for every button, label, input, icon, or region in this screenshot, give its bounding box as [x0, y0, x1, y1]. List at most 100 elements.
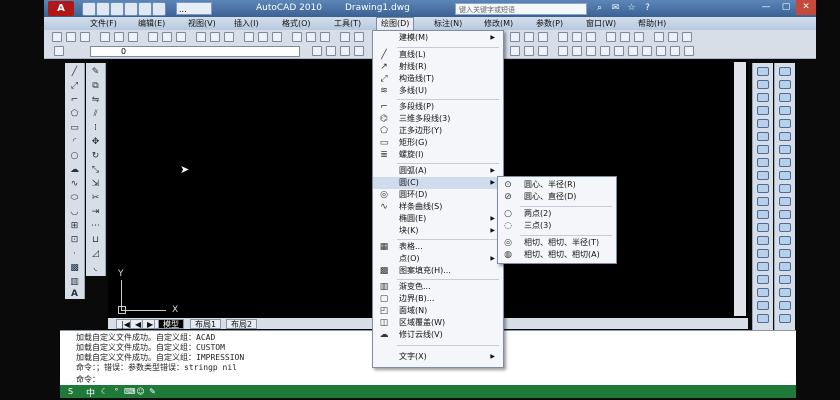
toolbar-button[interactable]: [779, 158, 791, 167]
toolbar-button[interactable]: [354, 46, 364, 56]
toolbar-button[interactable]: [757, 301, 769, 310]
toolbar-button[interactable]: [572, 46, 582, 56]
close-button[interactable]: ✕: [796, 0, 816, 15]
menu-file[interactable]: 文件(F): [86, 17, 121, 30]
menu-item-revision-cloud[interactable]: ☁ 修订云线(V): [373, 329, 501, 341]
input-language-indicator[interactable]: 中: [86, 386, 95, 399]
toolbar-button[interactable]: [757, 67, 769, 76]
menu-draw[interactable]: 绘图(D): [376, 17, 415, 30]
toolbar-button[interactable]: [340, 46, 350, 56]
toolbar-button[interactable]: [210, 32, 220, 42]
ellipse-arc-icon[interactable]: ◡: [68, 207, 81, 218]
hatch-icon[interactable]: ▩: [68, 263, 81, 274]
toolbar-button[interactable]: [757, 314, 769, 323]
menu-item-rectangle[interactable]: ▭ 矩形(G): [373, 137, 501, 149]
menu-item-hatch[interactable]: ▩ 图案填充(H)...: [373, 265, 501, 277]
menu-window[interactable]: 窗口(W): [582, 17, 620, 30]
menu-help[interactable]: 帮助(H): [634, 17, 670, 30]
menu-item-table[interactable]: ▦ 表格...: [373, 241, 501, 253]
toolbar-button[interactable]: [757, 145, 769, 154]
toolbar-button[interactable]: [757, 210, 769, 219]
toolbar-button[interactable]: [244, 32, 254, 42]
toolbar-button[interactable]: [757, 132, 769, 141]
favorites-icon[interactable]: ☆: [626, 3, 637, 14]
toolbar-button[interactable]: [779, 314, 791, 323]
menu-item-boundary[interactable]: ▢ 边界(B)...: [373, 293, 501, 305]
toolbar-button[interactable]: [757, 223, 769, 232]
toolbar-button[interactable]: [524, 32, 534, 42]
polyline-icon[interactable]: ⌐: [68, 95, 81, 106]
toolbar-button[interactable]: [326, 46, 336, 56]
line-icon[interactable]: ╱: [68, 67, 81, 78]
toolbar-button[interactable]: [642, 46, 652, 56]
extend-icon[interactable]: ⇥: [89, 207, 102, 218]
toolbar-button[interactable]: [620, 32, 630, 42]
tab-layout1[interactable]: 布局1: [190, 319, 222, 329]
menu-view[interactable]: 视图(V): [184, 17, 220, 30]
toolbar-button[interactable]: [757, 197, 769, 206]
toolbar-button[interactable]: [757, 171, 769, 180]
toolbar-button[interactable]: [538, 32, 548, 42]
arc-icon[interactable]: ◜: [68, 137, 81, 148]
toolbar-button[interactable]: [558, 32, 568, 42]
toolbar-button[interactable]: [572, 32, 582, 42]
menu-item-helix[interactable]: ≣ 螺旋(I): [373, 149, 501, 161]
menu-item-text[interactable]: 文字(X) ▶: [373, 351, 501, 363]
toolbar-button[interactable]: [757, 275, 769, 284]
menu-item-3d-polyline[interactable]: ⌬ 三维多段线(3): [373, 113, 501, 125]
stretch-icon[interactable]: ⇲: [89, 179, 102, 190]
open-file-icon[interactable]: [96, 2, 110, 16]
toolbar-button[interactable]: [224, 32, 234, 42]
toolbar-button[interactable]: [779, 93, 791, 102]
menu-item-donut[interactable]: ◎ 圆环(D): [373, 189, 501, 201]
menu-item-wipeout[interactable]: ◫ 区域覆盖(W): [373, 317, 501, 329]
menu-item-ray[interactable]: ↗ 射线(R): [373, 61, 501, 73]
layer-properties-button[interactable]: [54, 46, 64, 56]
toolbar-button[interactable]: [779, 301, 791, 310]
toolbar-button[interactable]: [510, 32, 520, 42]
menu-item-line[interactable]: ╱ 直线(L): [373, 49, 501, 61]
toolbar-button[interactable]: [100, 32, 110, 42]
menu-item-arc[interactable]: 圆弧(A) ▶: [373, 165, 501, 177]
join-icon[interactable]: ⊔: [89, 235, 102, 246]
copy-icon[interactable]: ⧉: [89, 81, 102, 92]
submenu-item-tan-tan-radius[interactable]: ◎ 相切、相切、半径(T): [498, 237, 614, 249]
toolbar-button[interactable]: [757, 119, 769, 128]
toolbar-button[interactable]: [757, 249, 769, 258]
menu-item-circle[interactable]: 圆(C) ▶: [373, 177, 501, 189]
toolbar-button[interactable]: [538, 46, 548, 56]
toolbar-button[interactable]: [654, 32, 664, 42]
menu-item-block[interactable]: 块(K) ▶: [373, 225, 501, 237]
communication-center-icon[interactable]: ✉: [610, 3, 621, 14]
submenu-item-tan-tan-tan[interactable]: ◍ 相切、相切、相切(A): [498, 249, 614, 261]
toolbar-button[interactable]: [614, 46, 624, 56]
toolbar-button[interactable]: [292, 32, 302, 42]
point-icon[interactable]: ·: [68, 249, 81, 260]
menu-tools[interactable]: 工具(T): [330, 17, 365, 30]
construction-line-icon[interactable]: ⤢: [68, 81, 81, 92]
toolbar-button[interactable]: [66, 32, 76, 42]
toolbar-button[interactable]: [779, 275, 791, 284]
toolbar-button[interactable]: [320, 32, 330, 42]
toolbar-button[interactable]: [779, 197, 791, 206]
menu-item-multiline[interactable]: ≋ 多线(U): [373, 85, 501, 97]
revision-cloud-icon[interactable]: ☁: [68, 165, 81, 176]
undo-icon[interactable]: [138, 2, 152, 16]
wrench-icon[interactable]: ✎: [148, 387, 157, 396]
toolbar-button[interactable]: [272, 32, 282, 42]
toolbar-button[interactable]: [586, 46, 596, 56]
toolbar-button[interactable]: [757, 184, 769, 193]
toolbar-button[interactable]: [524, 46, 534, 56]
toolbar-button[interactable]: [80, 32, 90, 42]
break-icon[interactable]: ⋯: [89, 221, 102, 232]
search-icon[interactable]: ⌕: [594, 3, 605, 14]
ellipse-icon[interactable]: ⬭: [68, 193, 81, 204]
toolbar-button[interactable]: [779, 106, 791, 115]
toolbar-button[interactable]: [606, 32, 616, 42]
vertical-scrollbar[interactable]: [734, 62, 746, 316]
toolbar-button[interactable]: [114, 32, 124, 42]
menu-insert[interactable]: 插入(I): [230, 17, 263, 30]
app-menu-button[interactable]: A: [48, 1, 74, 16]
menu-item-modeling[interactable]: 建模(M) ▶: [373, 32, 501, 44]
menu-item-ellipse[interactable]: 椭圆(E) ▶: [373, 213, 501, 225]
